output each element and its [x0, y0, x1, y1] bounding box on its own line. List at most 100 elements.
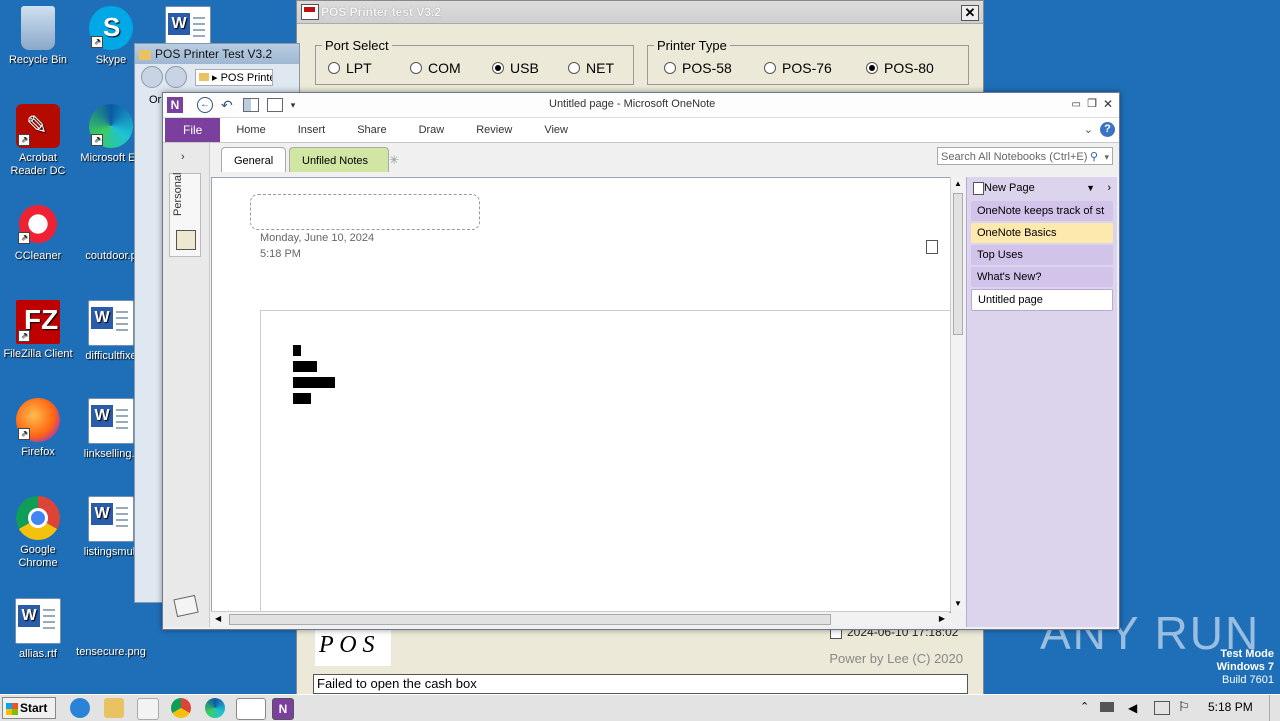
note-container[interactable] — [260, 310, 951, 613]
acrobat-label-1: Acrobat — [19, 152, 57, 164]
maximize-icon[interactable]: ❐ — [1087, 97, 1097, 110]
new-page-dropdown-icon[interactable]: ▼ — [1086, 177, 1095, 199]
skype-icon: S ↗ — [89, 6, 133, 50]
tray-network-icon[interactable] — [1100, 702, 1114, 712]
firefox-icon: ↗ — [16, 398, 60, 442]
tab-home[interactable]: Home — [220, 124, 281, 136]
pos-window-title: POS Printer test V3.2 — [321, 5, 442, 19]
ie-taskbar-icon[interactable] — [70, 698, 90, 718]
section-tab-general[interactable]: General — [221, 147, 287, 172]
windows-logo-icon — [6, 702, 18, 715]
notebook-icon — [176, 230, 196, 250]
qat-fullpage-icon[interactable] — [266, 98, 283, 112]
tray-action-icon[interactable] — [1154, 701, 1170, 715]
page-title-field[interactable] — [250, 194, 480, 230]
search-icon[interactable]: ⚲ — [1090, 148, 1098, 166]
pos-status-field[interactable]: Failed to open the cash box — [313, 674, 968, 694]
onenote-title-bar[interactable]: N ← ↶ ▾ Untitled page - Microsoft OneNot… — [163, 93, 1119, 118]
tab-draw[interactable]: Draw — [403, 124, 461, 136]
vertical-scrollbar[interactable]: ▲ ▼ — [950, 177, 965, 611]
pos-logo: P O S — [315, 630, 391, 666]
chrome-label-2: Chrome — [18, 557, 58, 569]
close-icon[interactable]: ✕ — [1103, 97, 1113, 111]
radio-net[interactable]: NET — [568, 60, 614, 76]
pos-credit: Power by Lee (C) 2020 — [829, 651, 963, 666]
pos-title-bar[interactable]: POS Printer test V3.2 ✕ — [297, 1, 983, 24]
word-doc-icon — [88, 398, 134, 444]
forward-icon[interactable] — [165, 66, 187, 88]
explorer-title-bar[interactable]: POS Printer Test V3.2 — [135, 44, 299, 64]
explorer-nav: ▸ POS Printe — [135, 64, 299, 90]
unfiled-notes-icon[interactable] — [173, 594, 199, 618]
collapse-pages-icon[interactable]: › — [1107, 177, 1111, 199]
desktop-icon-acrobat[interactable]: ✎ ↗ Acrobat Reader DC — [0, 104, 76, 178]
radio-com[interactable]: COM — [410, 60, 461, 76]
ribbon-expand-icon[interactable]: ⌄ — [1084, 123, 1093, 136]
desktop-icon-tensecure[interactable]: tensecure.png — [73, 598, 149, 659]
desktop-icon-chrome[interactable]: Google Chrome — [0, 496, 76, 570]
new-section-icon[interactable]: ✳ — [389, 153, 399, 167]
expand-notebooks-icon[interactable]: › — [181, 151, 185, 163]
horizontal-scrollbar[interactable]: ◀ ▶ — [211, 611, 949, 626]
chrome-taskbar-icon[interactable] — [171, 698, 191, 718]
notebook-pane: › Personal — [163, 143, 210, 627]
new-page-button[interactable]: New Page ▼ › — [967, 177, 1117, 199]
show-desktop-button[interactable] — [1269, 695, 1280, 721]
back-icon[interactable] — [141, 66, 163, 88]
radio-pos58[interactable]: POS-58 — [664, 60, 732, 76]
tab-insert[interactable]: Insert — [282, 124, 342, 136]
desktop-icon-ccleaner[interactable]: ↗ CCleaner — [0, 202, 76, 263]
new-page-icon — [973, 181, 984, 195]
minimize-icon[interactable]: ▭ — [1072, 99, 1081, 110]
notebook-personal[interactable]: Personal — [169, 173, 201, 257]
qat-customize-icon[interactable]: ▾ — [291, 100, 296, 111]
page-item-active[interactable]: Untitled page — [971, 289, 1113, 311]
radio-usb[interactable]: USB — [492, 60, 539, 76]
page-date: Monday, June 10, 2024 — [260, 232, 375, 244]
acrobat-icon: ✎ ↗ — [16, 104, 60, 148]
desktop-icon-allias[interactable]: allias.rtf — [0, 598, 76, 661]
radio-pos80[interactable]: POS-80 — [866, 60, 934, 76]
desktop-icon-firefox[interactable]: ↗ Firefox — [0, 398, 76, 459]
radio-pos76[interactable]: POS-76 — [764, 60, 832, 76]
tab-file[interactable]: File — [165, 118, 221, 142]
start-button[interactable]: Start — [2, 697, 56, 719]
onenote-taskbar-icon[interactable]: N — [272, 698, 294, 720]
qat-undo-icon[interactable]: ↶ — [221, 97, 233, 114]
page-canvas[interactable]: Monday, June 10, 2024 5:18 PM — [211, 177, 951, 613]
edge-icon: ↗ — [89, 104, 133, 148]
printer-type-caption: Printer Type — [654, 38, 730, 53]
explorer-taskbar-icon[interactable] — [104, 698, 124, 718]
close-icon[interactable]: ✕ — [961, 5, 979, 21]
media-player-taskbar-icon[interactable] — [137, 698, 159, 720]
page-item[interactable]: Top Uses — [971, 245, 1113, 265]
pos-taskbar-icon[interactable] — [236, 698, 266, 720]
tab-view[interactable]: View — [528, 124, 584, 136]
search-dropdown-icon[interactable]: ▾ — [1104, 148, 1109, 166]
radio-lpt[interactable]: LPT — [328, 60, 372, 76]
edge-taskbar-icon[interactable] — [205, 698, 225, 718]
desktop-icon-recycle-bin[interactable]: Recycle Bin — [0, 6, 76, 67]
tab-review[interactable]: Review — [460, 124, 528, 136]
printer-type-group: Printer Type POS-58 POS-76 POS-80 — [647, 38, 969, 85]
qat-back-icon[interactable]: ← — [197, 97, 213, 113]
page-item[interactable]: OneNote keeps track of st — [971, 201, 1113, 221]
page-item[interactable]: What's New? — [971, 267, 1113, 287]
address-bar[interactable]: ▸ POS Printe — [195, 68, 273, 86]
chrome-label-1: Google — [20, 544, 56, 556]
word-doc-icon — [88, 496, 134, 542]
explorer-folder-icon — [139, 49, 151, 60]
search-box[interactable]: Search All Notebooks (Ctrl+E) ⚲ ▾ — [937, 147, 1113, 165]
section-tab-unfiled-notes[interactable]: Unfiled Notes — [289, 147, 389, 172]
page-side-icon[interactable] — [926, 240, 938, 254]
desktop-icon-filezilla[interactable]: FZ ↗ FileZilla Client — [0, 300, 76, 361]
recycle-bin-icon — [21, 6, 55, 50]
tray-flag-icon[interactable]: ⚐ — [1178, 699, 1190, 715]
clock[interactable]: 5:18 PM — [1208, 700, 1253, 714]
tab-share[interactable]: Share — [341, 124, 402, 136]
page-item[interactable]: OneNote Basics — [971, 223, 1113, 243]
tray-chevron-icon[interactable]: ⌃ — [1080, 700, 1089, 713]
qat-dock-icon[interactable] — [242, 98, 259, 112]
help-icon[interactable]: ? — [1100, 122, 1115, 137]
tray-volume-icon[interactable]: ◀ — [1128, 701, 1137, 715]
